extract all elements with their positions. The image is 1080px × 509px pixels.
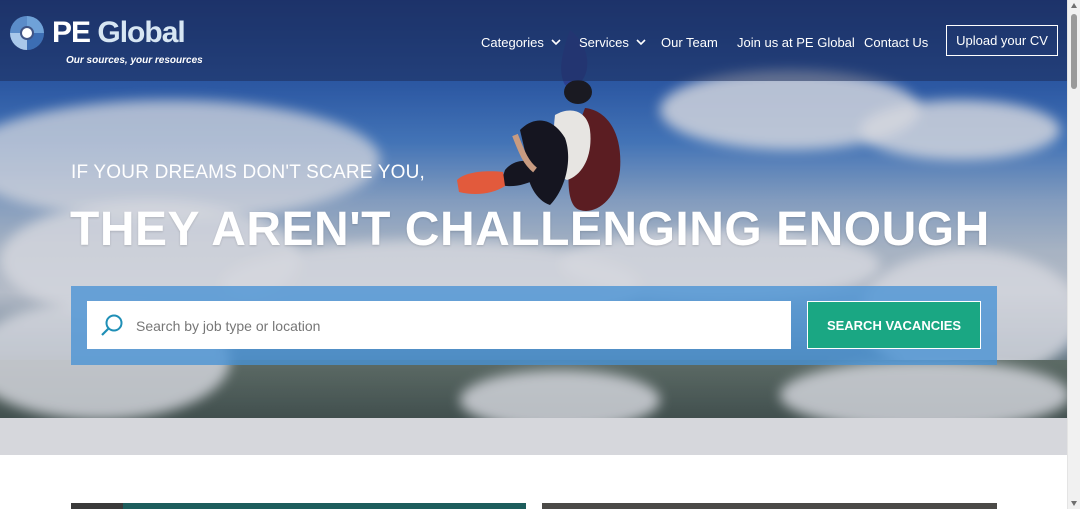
nav-item-label: Categories [481, 34, 544, 50]
hero-headline: THEY AREN'T CHALLENGING ENOUGH [70, 203, 990, 256]
brand-name: PE Global [52, 16, 186, 50]
scroll-down-arrow-icon[interactable] [1071, 501, 1077, 506]
section-divider [0, 418, 1067, 455]
logo[interactable]: PE Global Our sources, your resources [8, 14, 203, 69]
nav-item-label: Services [579, 34, 629, 50]
scroll-up-arrow-icon[interactable] [1071, 3, 1077, 8]
hero-subheading: IF YOUR DREAMS DON'T SCARE YOU, [71, 162, 425, 183]
nav-item-services[interactable]: Services [579, 30, 647, 54]
brand-tagline: Our sources, your resources [66, 55, 203, 66]
page: PE Global Our sources, your resources Ca… [0, 0, 1067, 509]
search-vacancies-button[interactable]: SEARCH VACANCIES [807, 301, 981, 349]
search-icon [101, 314, 123, 336]
nav-item-label: Join us at PE Global [737, 34, 855, 50]
nav-item-categories[interactable]: Categories [481, 30, 562, 54]
featured-card[interactable] [71, 503, 526, 509]
scrollbar[interactable] [1067, 0, 1080, 509]
nav-item-label: Our Team [661, 34, 718, 50]
brand-name-part1: PE [52, 16, 91, 49]
chevron-down-icon [636, 39, 646, 46]
nav-item-our-team[interactable]: Our Team [661, 30, 718, 54]
brand-name-part2: Global [97, 16, 185, 49]
chevron-down-icon [551, 39, 561, 46]
site-header: PE Global Our sources, your resources Ca… [0, 0, 1067, 81]
pe-global-logo-icon [10, 16, 44, 50]
nav-item-contact-us[interactable]: Contact Us [864, 30, 928, 54]
upload-cv-button[interactable]: Upload your CV [946, 25, 1058, 56]
nav-item-label: Contact Us [864, 34, 929, 50]
search-input[interactable] [134, 301, 778, 351]
nav-item-join-us[interactable]: Join us at PE Global [737, 30, 855, 54]
featured-card[interactable] [542, 503, 997, 509]
scrollbar-thumb[interactable] [1071, 14, 1077, 89]
